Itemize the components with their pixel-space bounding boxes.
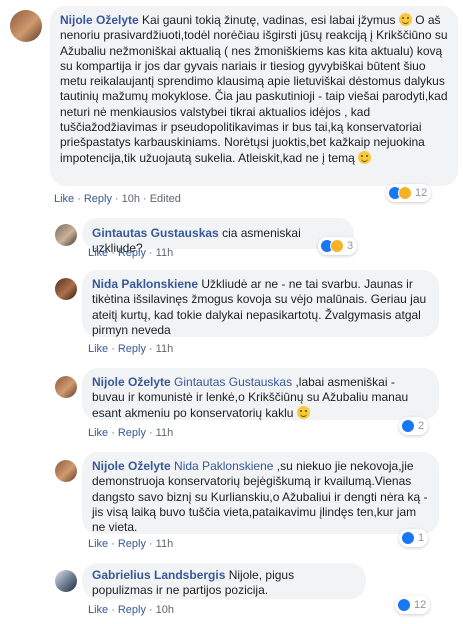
comment-bubble: Nida Paklonskiene Užkliudė ar ne - ne ta…: [82, 270, 439, 337]
reply-link[interactable]: Reply: [118, 604, 146, 616]
like-reaction-icon: [401, 531, 415, 545]
avatar[interactable]: [55, 224, 77, 246]
timestamp[interactable]: 11h: [156, 427, 174, 439]
like-link[interactable]: Like: [88, 427, 108, 439]
timestamp[interactable]: 10h: [156, 604, 174, 616]
reaction-count[interactable]: 1: [399, 529, 429, 547]
comment-bubble: Nijole Oželyte Gintautas Gustauskas ,lab…: [82, 368, 439, 420]
avatar[interactable]: [55, 460, 77, 482]
like-link[interactable]: Like: [88, 604, 108, 616]
reaction-number: 12: [415, 187, 428, 199]
reaction-number: 2: [418, 420, 425, 432]
comment-actions: Like · Reply · 10h · Edited: [54, 193, 181, 205]
avatar[interactable]: [10, 10, 42, 42]
comment-author[interactable]: Nijole Oželyte: [92, 459, 171, 473]
timestamp[interactable]: 11h: [156, 538, 174, 550]
reaction-count[interactable]: 12: [386, 184, 432, 202]
avatar[interactable]: [55, 278, 77, 300]
comment-bubble: Gabrielius Landsbergis Nijole, pigus pop…: [82, 563, 366, 599]
smiley-emoji-icon: [296, 405, 310, 419]
reaction-count[interactable]: 2: [399, 417, 429, 435]
comment-actions: Like · Reply · 11h: [88, 538, 174, 550]
like-reaction-icon: [401, 419, 415, 433]
reply-link[interactable]: Reply: [118, 343, 146, 355]
comment-author[interactable]: Gabrielius Landsbergis: [92, 568, 225, 582]
smiley-emoji-icon: [398, 13, 412, 26]
reaction-number: 3: [347, 240, 354, 252]
comment-author[interactable]: Nida Paklonskiene: [92, 277, 198, 291]
reaction-number: 12: [414, 599, 427, 611]
comment-text-continued: O aš nenoriu prasivardžiuoti,todėl norėč…: [60, 13, 448, 165]
comment-actions: Like · Reply · 10h: [88, 604, 175, 616]
smiley-emoji-icon: [358, 150, 372, 164]
reply-link[interactable]: Reply: [118, 538, 146, 550]
like-link[interactable]: Like: [54, 193, 74, 205]
comment-bubble: Gintautas Gustauskas cia asmeniskai uzkl…: [82, 218, 354, 255]
timestamp[interactable]: 11h: [156, 247, 174, 259]
mention-tag[interactable]: Gintautas Gustauskas: [174, 375, 292, 389]
like-link[interactable]: Like: [88, 343, 108, 355]
timestamp[interactable]: 10h: [122, 193, 140, 205]
like-link[interactable]: Like: [88, 247, 108, 259]
reply-link[interactable]: Reply: [118, 247, 146, 259]
comment-author[interactable]: Gintautas Gustauskas: [92, 226, 219, 240]
comment-bubble: Nijole Oželyte Kai gauni tokią žinutę, v…: [50, 6, 458, 186]
comment-text: Kai gauni tokią žinutę, vadinas, esi lab…: [142, 13, 396, 27]
comment-bubble: Nijole Oželyte Nida Paklonskiene ,su nie…: [82, 452, 439, 534]
comment-actions: Like · Reply · 11h: [88, 343, 174, 355]
timestamp[interactable]: 11h: [156, 343, 174, 355]
comment-actions: Like · Reply · 11h: [88, 427, 174, 439]
avatar[interactable]: [55, 570, 77, 592]
reaction-number: 1: [418, 532, 425, 544]
reaction-count[interactable]: 3: [318, 237, 358, 255]
like-reaction-icon: [397, 598, 411, 612]
sad-reaction-icon: [398, 186, 412, 200]
haha-reaction-icon: [330, 239, 344, 253]
like-link[interactable]: Like: [88, 538, 108, 550]
reply-link[interactable]: Reply: [118, 427, 146, 439]
mention-tag[interactable]: Nida Paklonskiene: [174, 459, 273, 473]
comment-actions: Like · Reply · 11h: [88, 247, 174, 259]
edited-label[interactable]: Edited: [150, 193, 181, 205]
avatar[interactable]: [55, 376, 77, 398]
comment-author[interactable]: Nijole Oželyte: [92, 375, 171, 389]
comment-author[interactable]: Nijole Oželyte: [60, 13, 139, 27]
reaction-count[interactable]: 12: [395, 596, 431, 614]
reply-link[interactable]: Reply: [84, 193, 112, 205]
